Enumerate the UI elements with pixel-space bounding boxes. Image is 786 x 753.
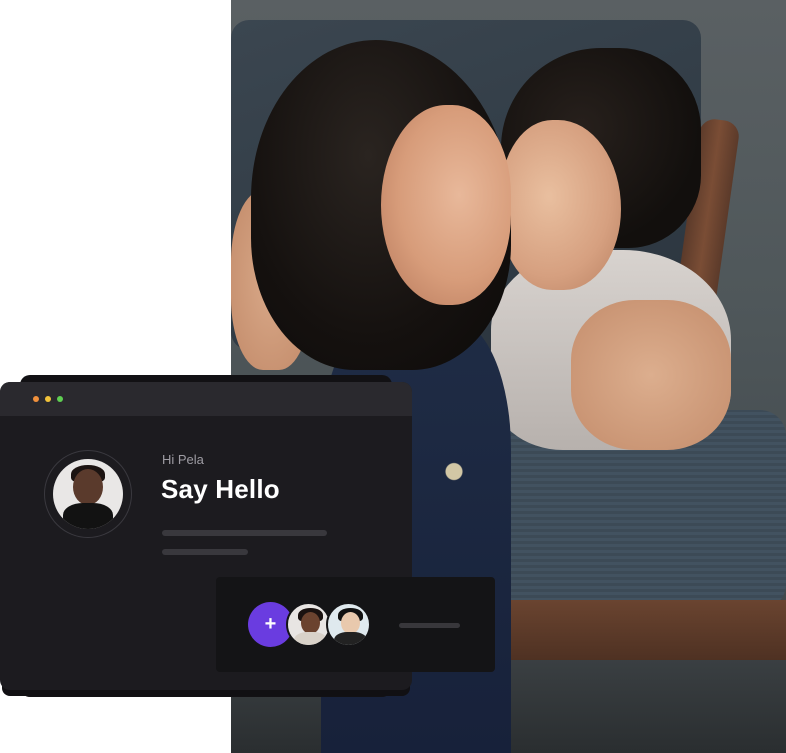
- avatar-body: [63, 503, 113, 529]
- avatar-head: [341, 612, 360, 634]
- avatar-body: [294, 632, 327, 645]
- avatar-head: [73, 469, 103, 505]
- participant-avatar-icon[interactable]: [326, 602, 371, 647]
- placeholder-line: [162, 530, 327, 536]
- maximize-dot-icon[interactable]: [57, 396, 63, 402]
- user-avatar-ring: [44, 450, 132, 538]
- close-dot-icon[interactable]: [33, 396, 39, 402]
- placeholder-line: [399, 623, 460, 628]
- participant-avatar-icon[interactable]: [286, 602, 331, 647]
- user-avatar-icon[interactable]: [53, 459, 123, 529]
- person-arm-right: [571, 300, 731, 450]
- window-titlebar: [0, 382, 412, 416]
- placeholder-line-short: [162, 549, 248, 555]
- avatar-head: [301, 612, 320, 634]
- minimize-dot-icon[interactable]: [45, 396, 51, 402]
- headline-text: Say Hello: [161, 474, 280, 504]
- person-face-left: [381, 105, 511, 305]
- participants-card: +: [216, 577, 495, 672]
- avatar-body: [334, 632, 367, 645]
- greeting-text: Hi Pela: [162, 452, 204, 467]
